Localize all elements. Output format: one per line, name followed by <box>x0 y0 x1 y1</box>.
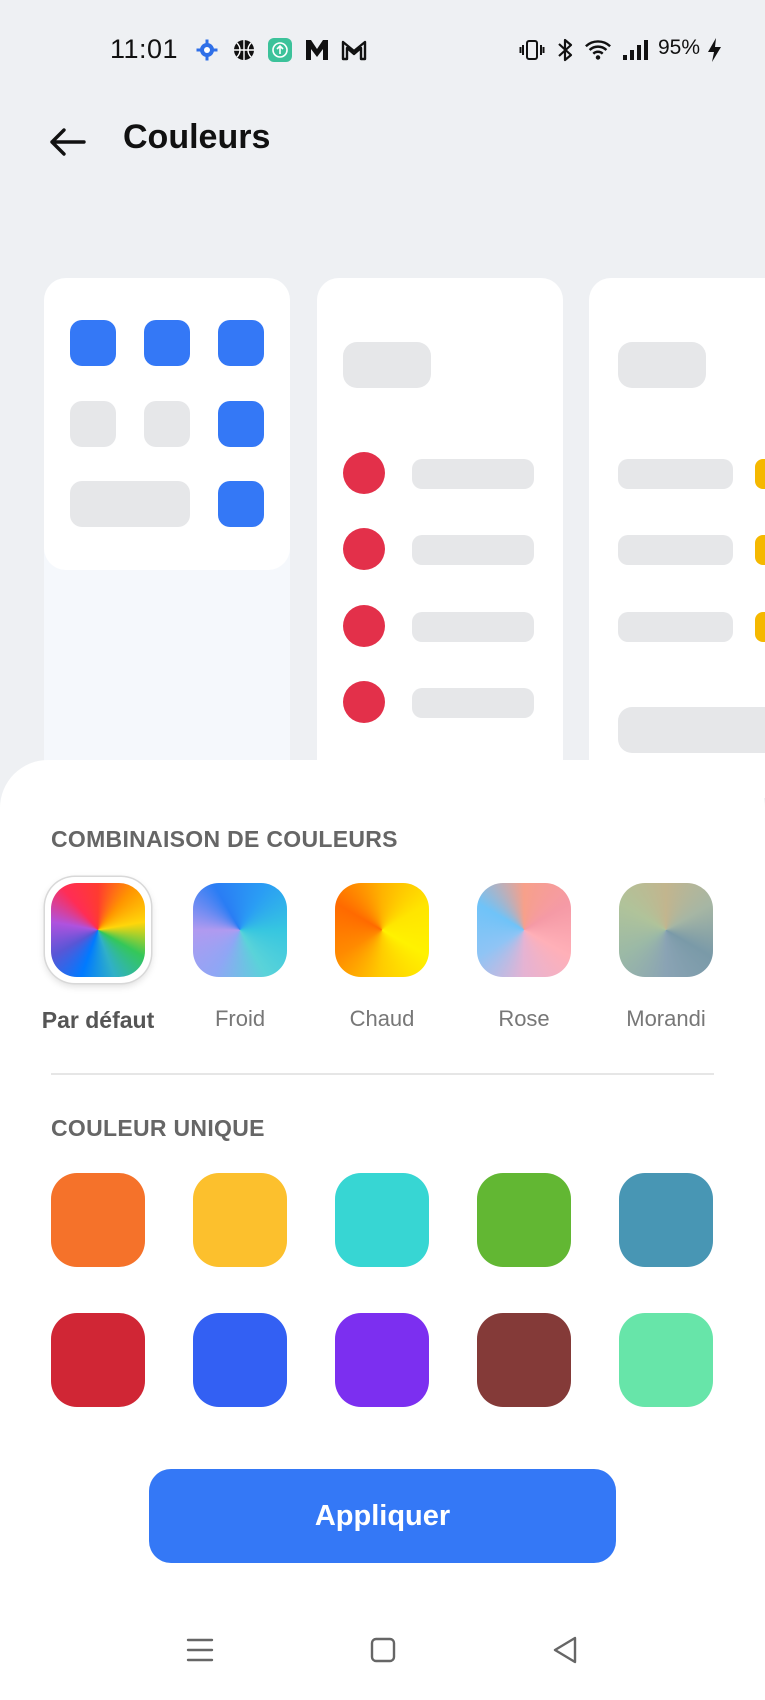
single-color-swatch[interactable] <box>619 1313 713 1407</box>
basketball-icon <box>230 36 258 64</box>
status-time: 11:01 <box>110 34 179 64</box>
single-color-swatch[interactable] <box>51 1313 145 1407</box>
bluetooth-icon <box>551 36 579 64</box>
combination-default[interactable] <box>45 877 151 983</box>
preview-tile <box>218 481 264 527</box>
preview-tile <box>218 320 264 366</box>
menu-icon[interactable] <box>180 1630 220 1670</box>
single-color-swatch[interactable] <box>193 1173 287 1267</box>
charging-icon <box>700 36 728 64</box>
m-app-icon <box>303 36 331 64</box>
single-color-swatch[interactable] <box>477 1173 571 1267</box>
combination-label-rose: Rose <box>498 1006 550 1031</box>
gear-icon <box>193 36 221 64</box>
upload-app-icon <box>266 36 294 64</box>
preview-card-list <box>317 278 563 798</box>
preview-tile <box>70 481 190 527</box>
combination-rose[interactable] <box>477 883 571 977</box>
status-bar: 11:01 95% <box>0 0 765 100</box>
single-color-swatch[interactable] <box>335 1313 429 1407</box>
combination-label-chaud: Chaud <box>349 1006 415 1031</box>
single-color-swatch[interactable] <box>193 1313 287 1407</box>
single-color-swatch[interactable] <box>335 1173 429 1267</box>
combinations-title: COMBINAISON DE COULEURS <box>51 826 398 852</box>
single-color-swatch[interactable] <box>51 1173 145 1267</box>
wifi-icon <box>584 36 612 64</box>
preview-tile <box>144 320 190 366</box>
page-title: Couleurs <box>123 118 271 156</box>
preview-tile <box>70 401 116 447</box>
preview-card-settings <box>589 278 765 798</box>
gmail-icon <box>340 36 368 64</box>
preview-card-home <box>44 278 290 798</box>
signal-icon <box>622 36 650 64</box>
preview-tile <box>144 401 190 447</box>
combination-label-froid: Froid <box>214 1006 266 1031</box>
single-color-swatch[interactable] <box>619 1173 713 1267</box>
arrow-left-icon <box>50 128 86 156</box>
combination-froid[interactable] <box>193 883 287 977</box>
preview-tile <box>70 320 116 366</box>
preview-tile <box>218 401 264 447</box>
single-color-title: COULEUR UNIQUE <box>51 1115 265 1141</box>
apply-button[interactable]: Appliquer <box>149 1469 616 1563</box>
combination-label-default: Par défaut <box>41 1007 155 1033</box>
combination-label-morandi: Morandi <box>626 1006 706 1031</box>
vibrate-icon <box>518 36 546 64</box>
back-button[interactable] <box>44 118 92 166</box>
combination-chaud[interactable] <box>335 883 429 977</box>
home-square-icon[interactable] <box>363 1630 403 1670</box>
battery-level: 95% <box>658 36 701 59</box>
section-divider <box>51 1073 714 1075</box>
gradient-swatch-default <box>51 883 145 977</box>
single-color-swatch[interactable] <box>477 1313 571 1407</box>
back-triangle-icon[interactable] <box>545 1630 585 1670</box>
combination-morandi[interactable] <box>619 883 713 977</box>
